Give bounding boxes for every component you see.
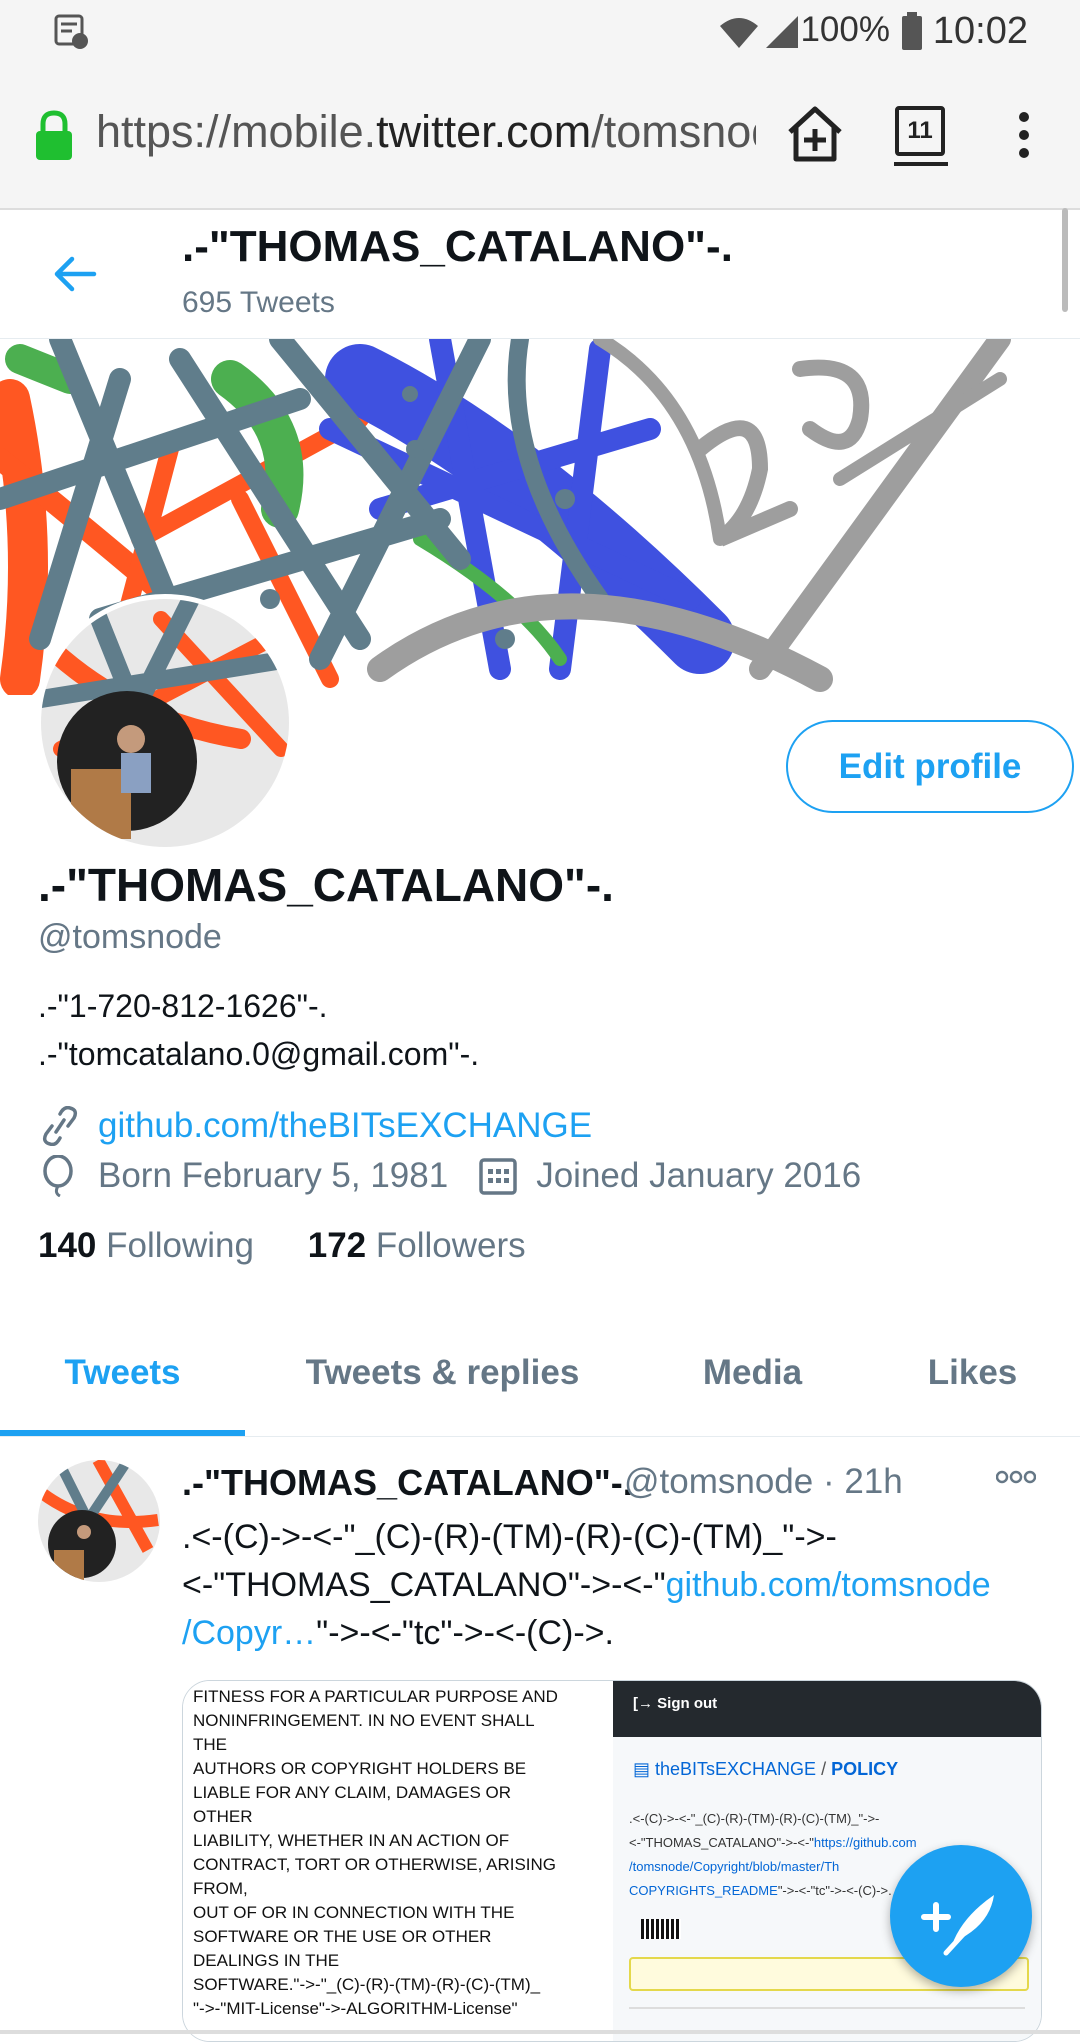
tab-tweets-replies[interactable]: Tweets & replies [245,1310,640,1436]
profile-name: .-"THOMAS_CATALANO"-. [38,859,614,911]
bottom-edge [0,2030,1080,2034]
media-text-line: CONTRACT, TORT OR OTHERWISE, ARISING [193,1855,557,1874]
tweet-author-name[interactable]: .-"THOMAS_CATALANO"-. [182,1462,633,1504]
tabs-count-button[interactable]: 11 [895,106,945,156]
tweet-link[interactable]: github.com/tomsnode [666,1566,991,1604]
battery-icon [902,12,922,50]
tab-media[interactable]: Media [640,1310,865,1436]
tab-likes[interactable]: Likes [865,1310,1080,1436]
status-bar: 100% 10:02 [0,0,1080,66]
sign-out-text: [→ Sign out [633,1695,718,1712]
lock-icon [36,110,72,160]
notification-icon [54,14,88,49]
profile-tabs: Tweets Tweets & replies Media Likes [0,1310,1080,1437]
tweet-count: 695 Tweets [182,286,335,319]
tabs-count: 11 [907,117,933,144]
url-host: twitter.com [376,106,592,157]
media-text-line: FITNESS FOR A PARTICULAR PURPOSE AND [193,1687,558,1706]
media-text-line: THE [193,1735,227,1754]
media-text-line: SOFTWARE."->-"_(C)-(R)-(TM)-(R)-(C)-(TM)… [193,1975,541,1994]
media-text-line: NONINFRINGEMENT. IN NO EVENT SHALL [193,1711,535,1730]
media-text-line: LIABILITY, WHETHER IN AN ACTION OF [193,1831,510,1850]
github-header: [→ Sign out [613,1681,1041,1737]
clock: 10:02 [932,10,1028,52]
readme-line: .<-(C)->-<-"_(C)-(R)-(TM)-(R)-(C)-(TM)_"… [629,1811,880,1826]
feather-plus-icon [921,1895,994,1956]
tweet-text-line: <-"THOMAS_CATALANO"->-<-"github.com/toms… [182,1566,991,1605]
calendar-icon [479,1158,517,1195]
link-icon [42,1106,78,1146]
following-label: Following [106,1226,254,1265]
following-count: 140 [38,1226,97,1265]
more-vert-icon[interactable] [1014,110,1034,160]
header-title: .-"THOMAS_CATALANO"-. [182,222,733,271]
born-date: Born February 5, 1981 [98,1156,449,1195]
tab-tweets[interactable]: Tweets [0,1310,245,1436]
back-arrow-icon[interactable] [52,254,98,294]
tweet-text: "->-<-"tc"->-<-(C)->. [316,1614,614,1652]
followers-label: Followers [375,1226,526,1265]
balloon-icon [43,1155,73,1197]
tweet-more-icon[interactable] [996,1470,1036,1484]
browser-toolbar: https://mobile.twitter.com/tomsnode 11 [0,66,1080,210]
follow-stats: 140 Following 172 Followers [38,1226,526,1266]
repo-name: POLICY [831,1759,899,1779]
repo-separator: / [816,1759,832,1779]
joined-date: Joined January 2016 [536,1156,862,1195]
media-text-line: "->-"MIT-License"->-ALGORITHM-License" [193,1999,518,2018]
profile-avatar[interactable] [36,594,294,852]
followers-count: 172 [307,1226,367,1265]
followers-link[interactable]: 172 Followers [308,1226,526,1265]
active-tab-indicator [0,1430,245,1436]
readme-line: <-"THOMAS_CATALANO"->-<-" [629,1835,814,1850]
url-path: /tomsnode [591,106,756,157]
media-text-line: LIABLE FOR ANY CLAIM, DAMAGES OR [193,1783,512,1802]
wifi-icon [720,18,758,48]
battery-percent: 100% [800,10,890,49]
media-text-line: AUTHORS OR COPYRIGHT HOLDERS BE [193,1759,527,1778]
edit-profile-button[interactable]: Edit profile [786,720,1074,813]
media-text-line: DEALINGS IN THE [193,1951,340,1970]
media-text-line: OTHER [193,1807,253,1826]
profile-header-bar: .-"THOMAS_CATALANO"-. 695 Tweets [0,210,1080,339]
media-text-line: FROM, [193,1879,248,1898]
tweet-handle-time: @tomsnode · 21h [624,1462,903,1501]
profile-handle: @tomsnode [38,918,222,956]
divider [629,2007,1025,2009]
tweet-text: <-"THOMAS_CATALANO"->-<-" [182,1566,666,1604]
sign-out-label: Sign out [657,1695,718,1712]
compose-tweet-button[interactable] [890,1845,1032,1987]
media-text-line: OUT OF OR IN CONNECTION WITH THE [193,1903,515,1922]
signal-icon [766,16,798,48]
bio-line: .-"1-720-812-1626"-. [38,988,328,1024]
following-link[interactable]: 140 Following [38,1226,254,1265]
repo-title: ▤ theBITsEXCHANGE / POLICY [633,1759,899,1779]
repo-owner: theBITsEXCHANGE [655,1759,817,1779]
readme-line: "->-<-"tc"->-<-(C)->. [777,1883,892,1898]
tweet-link[interactable]: /Copyr… [182,1614,316,1652]
meta-row: Born February 5, 1981 Joined January 201… [38,1154,861,1198]
qr-icon [641,1919,681,1939]
website-link[interactable]: github.com/theBITsEXCHANGE [98,1106,592,1146]
media-left-panel: FITNESS FOR A PARTICULAR PURPOSE AND NONI… [183,1681,613,2041]
readme-link: COPYRIGHTS_README [629,1883,778,1898]
url-scheme: https://mobile. [96,106,377,157]
tabs-count-underline [894,162,948,166]
bio-line: .-"tomcatalano.0@gmail.com"-. [38,1036,480,1072]
home-plus-icon[interactable] [786,104,844,164]
tweet-text-line: /Copyr…"->-<-"tc"->-<-(C)->. [182,1614,614,1653]
website-row: github.com/theBITsEXCHANGE [38,1104,592,1148]
tweet-text-line: .<-(C)->-<-"_(C)-(R)-(TM)-(R)-(C)-(TM)_"… [182,1518,837,1556]
scrollbar[interactable] [1062,208,1068,312]
media-text-line: SOFTWARE OR THE USE OR OTHER [193,1927,492,1946]
url-field[interactable]: https://mobile.twitter.com/tomsnode [96,106,756,158]
tweet-avatar[interactable] [38,1460,160,1582]
